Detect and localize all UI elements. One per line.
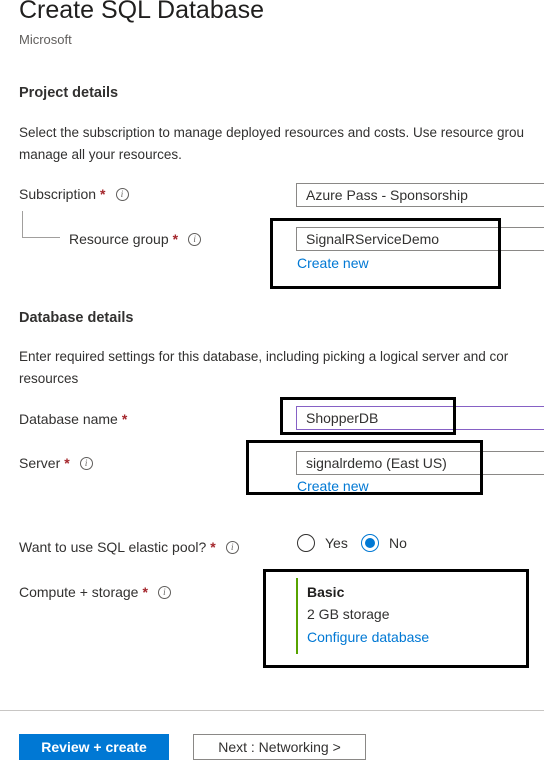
server-create-new-link[interactable]: Create new	[297, 478, 369, 494]
radio-button-yes[interactable]	[297, 534, 315, 552]
project-desc-line-1: Select the subscription to manage deploy…	[19, 125, 525, 140]
footer-divider	[0, 710, 544, 711]
info-icon[interactable]: i	[188, 232, 202, 246]
configure-database-link[interactable]: Configure database	[307, 629, 429, 645]
page-title: Create SQL Database	[19, 0, 265, 24]
sku-storage: 2 GB storage	[307, 606, 390, 622]
database-desc-line-1: Enter required settings for this databas…	[19, 349, 509, 364]
radio-label-yes: Yes	[325, 535, 348, 551]
info-icon[interactable]: i	[157, 585, 171, 599]
next-networking-button[interactable]: Next : Networking >	[193, 734, 366, 760]
database-details-description: Enter required settings for this databas…	[19, 346, 508, 390]
server-dropdown[interactable]: signalrdemo (East US)	[296, 451, 544, 475]
resource-group-label: Resource group * i	[69, 231, 202, 247]
subscription-label-text: Subscription	[19, 186, 97, 202]
sku-tier: Basic	[307, 584, 345, 600]
required-asterisk: *	[64, 455, 70, 471]
elastic-pool-radio-no[interactable]: No	[361, 534, 407, 552]
project-details-description: Select the subscription to manage deploy…	[19, 122, 524, 166]
publisher-label: Microsoft	[19, 32, 72, 47]
compute-storage-label: Compute + storage * i	[19, 584, 171, 600]
elastic-pool-radio-yes[interactable]: Yes	[297, 534, 348, 552]
sku-accent-bar	[296, 578, 298, 654]
database-name-label-text: Database name	[19, 411, 118, 427]
elastic-pool-label: Want to use SQL elastic pool? * i	[19, 539, 239, 555]
server-label: Server * i	[19, 455, 93, 471]
resource-group-create-new-link[interactable]: Create new	[297, 255, 369, 271]
server-label-text: Server	[19, 455, 61, 471]
radio-label-no: No	[389, 535, 407, 551]
resource-group-dropdown[interactable]: SignalRServiceDemo	[296, 227, 544, 251]
review-create-button[interactable]: Review + create	[19, 734, 169, 760]
subscription-label: Subscription * i	[19, 186, 129, 202]
highlight-box-compute	[263, 569, 529, 668]
tree-connector-horizontal	[22, 237, 60, 238]
required-asterisk: *	[100, 186, 106, 202]
compute-storage-label-text: Compute + storage	[19, 584, 139, 600]
project-desc-line-2: manage all your resources.	[19, 147, 182, 162]
database-name-label: Database name *	[19, 411, 127, 427]
required-asterisk: *	[121, 411, 128, 427]
radio-button-no[interactable]	[361, 534, 379, 552]
info-icon[interactable]: i	[115, 187, 129, 201]
elastic-pool-label-text: Want to use SQL elastic pool?	[19, 539, 207, 555]
required-asterisk: *	[142, 584, 148, 600]
subscription-dropdown[interactable]: Azure Pass - Sponsorship	[296, 183, 544, 207]
tree-connector-vertical	[22, 211, 23, 237]
info-icon[interactable]: i	[79, 456, 93, 470]
resource-group-label-text: Resource group	[69, 231, 169, 247]
database-desc-line-2: resources	[19, 371, 79, 386]
info-icon[interactable]: i	[225, 540, 239, 554]
project-details-heading: Project details	[19, 85, 119, 101]
database-name-input[interactable]: ShopperDB	[296, 406, 544, 430]
required-asterisk: *	[210, 539, 216, 555]
database-details-heading: Database details	[19, 310, 134, 326]
required-asterisk: *	[172, 231, 179, 247]
